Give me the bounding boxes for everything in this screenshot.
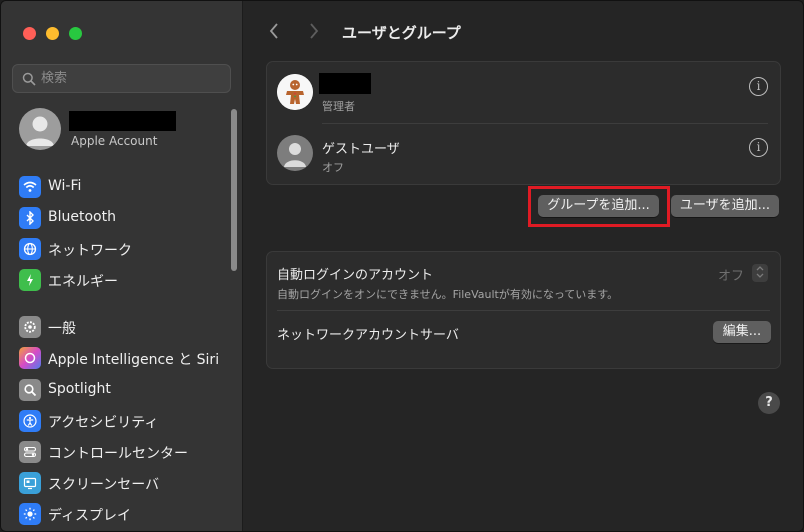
control-center-icon <box>19 441 41 463</box>
wifi-icon <box>19 176 41 198</box>
login-settings-panel: 自動ログインのアカウント 自動ログインをオンにできません。FileVaultが有… <box>266 251 781 369</box>
annotation-highlight-box <box>528 186 670 227</box>
sidebar-item-screensaver[interactable]: スクリーンセーバ <box>11 469 231 497</box>
users-list: 管理者 i ゲストユーザ オフ i <box>266 61 781 185</box>
close-window-button[interactable] <box>23 27 36 40</box>
sidebar-item-label: ディスプレイ <box>48 508 132 524</box>
main-content: ユーザとグループ 管理者 i ゲストユーザ オフ i グループを追加... ユー… <box>244 1 803 531</box>
redacted-username <box>319 73 371 94</box>
user-role: 管理者 <box>322 100 355 113</box>
sidebar-item-label: Wi-Fi <box>48 178 82 194</box>
sidebar-item-label: コントロールセンター <box>48 446 188 462</box>
chevron-up-down-icon <box>756 266 764 278</box>
sidebar-item-general[interactable]: 一般 <box>11 313 231 341</box>
auto-login-value[interactable]: オフ <box>718 265 744 284</box>
apple-account-item[interactable]: Apple Account <box>11 105 226 155</box>
user-row-admin[interactable]: 管理者 i <box>267 62 780 123</box>
redacted-name <box>69 111 176 131</box>
sidebar-item-label: ネットワーク <box>48 243 132 259</box>
sidebar-item-network[interactable]: ネットワーク <box>11 235 231 263</box>
gear-icon <box>19 316 41 338</box>
avatar <box>19 108 61 150</box>
sidebar-item-wifi[interactable]: Wi-Fi <box>11 173 231 201</box>
sidebar-item-spotlight[interactable]: Spotlight <box>11 376 231 404</box>
guest-avatar <box>277 135 313 171</box>
screensaver-icon <box>19 472 41 494</box>
help-button[interactable]: ? <box>758 392 780 414</box>
display-icon <box>19 503 41 525</box>
zoom-window-button[interactable] <box>69 27 82 40</box>
user-status: オフ <box>322 161 344 174</box>
forward-button[interactable] <box>308 21 320 46</box>
divider <box>277 310 770 311</box>
info-icon[interactable]: i <box>749 77 768 96</box>
sidebar-item-label: Bluetooth <box>48 209 116 225</box>
auto-login-title: 自動ログインのアカウント <box>277 268 434 283</box>
person-icon <box>26 116 54 146</box>
battery-icon <box>19 269 41 291</box>
search-icon <box>22 72 36 86</box>
edit-button[interactable]: 編集... <box>713 321 771 343</box>
chevron-left-icon <box>269 23 278 39</box>
auto-login-popup-button[interactable] <box>752 264 768 282</box>
sidebar: Apple Account Wi-Fi Bluetooth ネットワーク <box>1 1 243 531</box>
settings-window: Apple Account Wi-Fi Bluetooth ネットワーク <box>0 0 804 532</box>
accessibility-icon <box>19 410 41 432</box>
network-account-server-label: ネットワークアカウントサーバ <box>277 328 459 343</box>
sidebar-item-display[interactable]: ディスプレイ <box>11 500 231 528</box>
minimize-window-button[interactable] <box>46 27 59 40</box>
gingerbread-avatar <box>277 74 313 110</box>
user-row-guest[interactable]: ゲストユーザ オフ i <box>267 123 780 184</box>
sidebar-item-label: Spotlight <box>48 381 111 397</box>
search-input[interactable] <box>41 68 226 89</box>
add-user-button[interactable]: ユーザを追加... <box>671 195 779 217</box>
bluetooth-icon <box>19 207 41 229</box>
sidebar-item-label: エネルギー <box>48 274 118 290</box>
sidebar-scrollbar[interactable] <box>231 109 237 271</box>
back-button[interactable] <box>268 21 280 46</box>
sidebar-item-label: Apple Intelligence と Siri <box>48 352 220 368</box>
chevron-right-icon <box>310 23 319 39</box>
apple-account-label: Apple Account <box>71 134 158 148</box>
sidebar-item-label: アクセシビリティ <box>48 415 159 431</box>
auto-login-description: 自動ログインをオンにできません。FileVaultが有効になっています。 <box>277 288 619 301</box>
sidebar-item-apple-intelligence-siri[interactable]: Apple Intelligence と Siri <box>11 344 231 372</box>
info-icon[interactable]: i <box>749 138 768 157</box>
siri-icon <box>19 347 41 369</box>
sidebar-item-bluetooth[interactable]: Bluetooth <box>11 204 231 232</box>
page-title: ユーザとグループ <box>342 24 461 42</box>
sidebar-item-control-center[interactable]: コントロールセンター <box>11 438 231 466</box>
search-field[interactable] <box>12 64 231 93</box>
user-name: ゲストユーザ <box>322 142 400 157</box>
globe-icon <box>19 238 41 260</box>
magnifier-icon <box>19 379 41 401</box>
sidebar-item-label: 一般 <box>48 321 76 337</box>
sidebar-item-energy[interactable]: エネルギー <box>11 266 231 294</box>
sidebar-item-label: スクリーンセーバ <box>48 477 160 493</box>
sidebar-item-accessibility[interactable]: アクセシビリティ <box>11 407 231 435</box>
